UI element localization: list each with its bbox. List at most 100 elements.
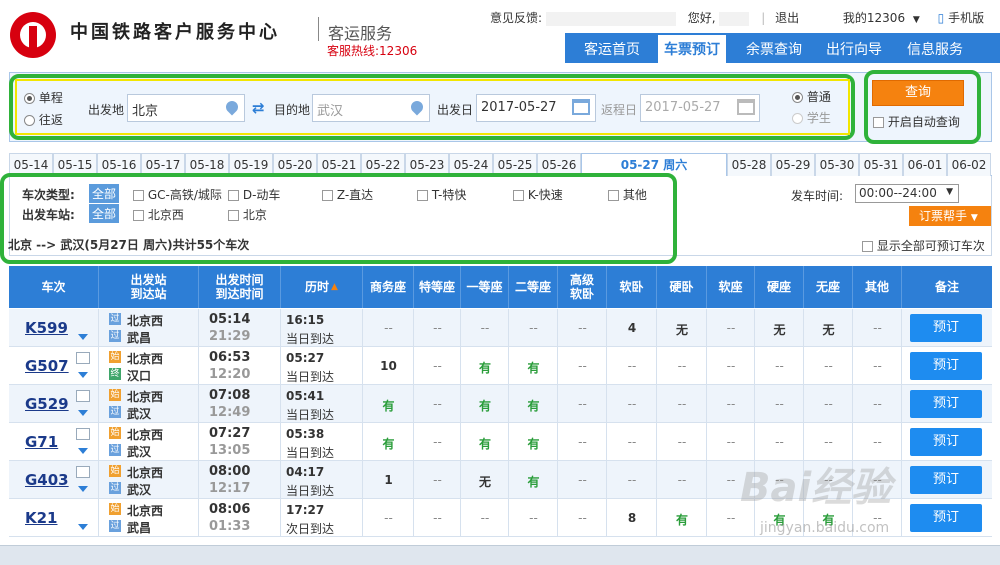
nav-info[interactable]: 信息服务: [907, 39, 963, 59]
date-tab[interactable]: 06-01: [903, 153, 947, 176]
id-card-icon: [76, 428, 90, 440]
table-header: 车次 出发站 到达站 出发时间 到达时间 历时 ▲ 商务座 特等座 一等座 二等座 高级 软卧…: [9, 266, 992, 308]
col-time[interactable]: 出发时间 到达时间: [199, 266, 281, 308]
seat-availability: 有: [478, 437, 491, 451]
book-button[interactable]: 预订: [910, 390, 982, 418]
type-all-tag[interactable]: 全部: [89, 184, 120, 203]
duration: 05:38: [286, 427, 325, 441]
depart-time: 08:06: [209, 502, 251, 517]
filter-type-t[interactable]: T-特快: [417, 186, 466, 203]
site-subtitle: 客运服务: [328, 24, 393, 43]
feedback-input[interactable]: [545, 11, 676, 26]
col-train[interactable]: 车次: [9, 266, 99, 308]
seat-availability: --: [480, 511, 490, 525]
booking-helper-button[interactable]: 订票帮手 ▼: [909, 206, 991, 226]
filter-station-bjx[interactable]: 北京西: [133, 206, 184, 223]
chevron-down-icon[interactable]: [78, 486, 88, 492]
train-number-link[interactable]: G403: [25, 471, 69, 489]
seat-availability: --: [384, 511, 393, 525]
filter-station-bj[interactable]: 北京: [228, 206, 267, 223]
station-type-badge: 过: [109, 406, 121, 418]
chevron-down-icon[interactable]: [78, 524, 88, 530]
col-seat: 一等座: [461, 266, 509, 308]
col-remark: 备注: [934, 280, 959, 294]
seat-availability: 无: [675, 323, 688, 337]
seat-availability: 有: [478, 361, 491, 375]
arrive-time: 21:29: [209, 329, 251, 344]
radio-normal[interactable]: 普通: [792, 88, 831, 105]
filter-type-other[interactable]: 其他: [608, 186, 647, 203]
chevron-down-icon[interactable]: [78, 410, 88, 416]
radio-student[interactable]: 学生: [792, 109, 831, 126]
date-tab[interactable]: 05-31: [859, 153, 903, 176]
train-number-link[interactable]: G529: [25, 395, 69, 413]
hotline: 客服热线:12306: [327, 44, 418, 58]
show-all-checkbox[interactable]: 显示全部可预订车次: [862, 237, 985, 254]
filter-type-k[interactable]: K-快速: [513, 186, 563, 203]
filter-type-z[interactable]: Z-直达: [322, 186, 373, 203]
seat-availability: 4: [627, 321, 637, 335]
date-tab[interactable]: 06-02: [947, 153, 991, 176]
col-seat: 高级 软卧: [558, 266, 607, 308]
col-seat: 软卧: [607, 266, 657, 308]
radio-one-way[interactable]: 单程: [24, 89, 63, 106]
seat-availability: 有: [527, 437, 540, 451]
book-button[interactable]: 预订: [910, 428, 982, 456]
mobile-phone-icon[interactable]: ▯: [938, 11, 945, 25]
station-type-badge: 过: [109, 313, 121, 325]
chevron-down-icon[interactable]: [78, 448, 88, 454]
logout-link[interactable]: 退出: [775, 11, 799, 25]
train-number-link[interactable]: G71: [25, 433, 58, 451]
seat-availability: --: [578, 435, 587, 449]
station-type-badge: 始: [109, 427, 121, 439]
date-tab[interactable]: 05-29: [771, 153, 815, 176]
train-number-link[interactable]: K599: [25, 319, 68, 337]
my-account-link[interactable]: 我的12306: [843, 11, 905, 25]
nav-home[interactable]: 客运首页: [584, 39, 640, 59]
seat-availability: --: [775, 397, 784, 411]
book-button[interactable]: 预订: [910, 352, 982, 380]
time-select[interactable]: 00:00--24:00 ▼: [855, 184, 959, 203]
nav-remaining[interactable]: 余票查询: [746, 39, 802, 59]
seat-availability: --: [433, 321, 442, 335]
chevron-down-icon[interactable]: [78, 372, 88, 378]
station-all-tag[interactable]: 全部: [89, 204, 120, 223]
nav-booking[interactable]: 车票预订: [664, 39, 720, 59]
seat-availability: --: [578, 473, 587, 487]
depart-label: 出发日: [437, 103, 474, 117]
chevron-down-icon[interactable]: ▼: [913, 15, 920, 25]
filter-type-gc[interactable]: GC-高铁/城际: [133, 186, 222, 203]
seat-availability: --: [824, 435, 833, 449]
railway-logo-icon[interactable]: [10, 12, 56, 58]
seat-availability: --: [578, 397, 587, 411]
train-number-link[interactable]: G507: [25, 357, 69, 375]
greeting: 您好,: [687, 11, 716, 25]
calendar-icon[interactable]: [737, 99, 755, 115]
query-button[interactable]: 查询: [872, 80, 964, 106]
arrival-day: 当日到达: [286, 332, 335, 346]
date-tab[interactable]: 05-28: [727, 153, 771, 176]
swap-icon[interactable]: ⇄: [252, 99, 265, 117]
seat-availability: 有: [382, 399, 395, 413]
calendar-icon[interactable]: [572, 99, 590, 115]
seat-availability: --: [824, 397, 833, 411]
depart-time: 07:27: [209, 426, 251, 441]
col-station[interactable]: 出发站 到达站: [99, 266, 199, 308]
depart-time: 07:08: [209, 388, 251, 403]
arrive-station: 武汉: [127, 483, 152, 497]
chevron-down-icon[interactable]: [78, 334, 88, 340]
radio-round-trip[interactable]: 往返: [24, 111, 63, 128]
train-number-link[interactable]: K21: [25, 509, 58, 527]
date-tab[interactable]: 05-30: [815, 153, 859, 176]
book-button[interactable]: 预订: [910, 314, 982, 342]
nav-guide[interactable]: 出行向导: [826, 39, 882, 59]
table-row: G529 始北京西过武汉 07:08 12:49 05:41 当日到达 有 -- 有 有 -- -- -…: [9, 385, 992, 423]
seat-availability: --: [578, 321, 587, 335]
auto-query-checkbox[interactable]: 开启自动查询: [873, 113, 960, 130]
mobile-link[interactable]: 手机版: [948, 11, 984, 25]
feedback-link[interactable]: 意见反馈:: [490, 11, 542, 25]
filter-type-d[interactable]: D-动车: [228, 186, 280, 203]
col-duration[interactable]: 历时 ▲: [281, 266, 363, 308]
seat-availability: --: [677, 397, 687, 411]
arrive-time: 13:05: [209, 443, 251, 458]
